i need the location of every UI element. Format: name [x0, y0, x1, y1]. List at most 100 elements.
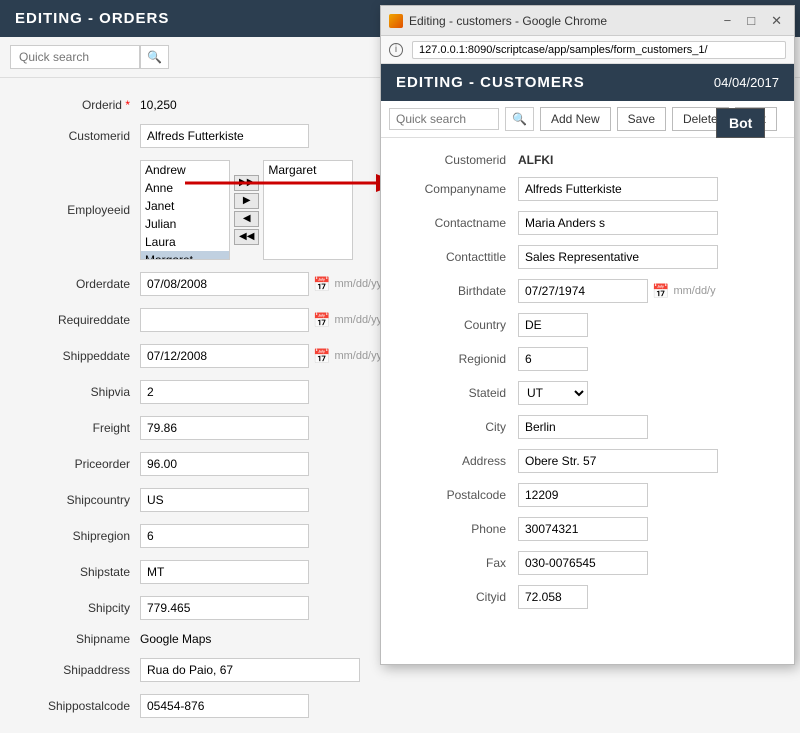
cust-country-label: Country	[396, 318, 506, 332]
requireddate-input[interactable]	[140, 308, 309, 332]
cust-stateid-select[interactable]: UT	[518, 381, 588, 405]
orderdate-calendar-icon[interactable]: 📅	[313, 276, 330, 293]
shipvia-input[interactable]	[140, 380, 309, 404]
orderdate-field: 📅 mm/dd/yyyy	[140, 272, 393, 296]
cust-phone-input[interactable]	[518, 517, 648, 541]
requireddate-calendar-icon[interactable]: 📅	[313, 312, 330, 329]
address-input[interactable]	[412, 41, 786, 59]
list-item[interactable]: Julian	[141, 215, 229, 233]
shippostalcode-row: Shippostalcode	[20, 694, 800, 718]
add-new-button[interactable]: Add New	[540, 107, 611, 131]
cust-address-row: Address	[396, 449, 779, 473]
save-button[interactable]: Save	[617, 107, 666, 131]
cust-city-label: City	[396, 420, 506, 434]
cust-cityid-input[interactable]	[518, 585, 588, 609]
requireddate-label: Requireddate	[20, 313, 130, 327]
shipaddress-label: Shipaddress	[20, 663, 130, 677]
cust-companyname-input[interactable]	[518, 177, 718, 201]
move-right-btn[interactable]: ▶	[234, 193, 259, 209]
orderid-value: 10,250	[140, 98, 177, 112]
employee-right-list[interactable]: Margaret	[263, 160, 353, 260]
shippeddate-label: Shippeddate	[20, 349, 130, 363]
cust-city-input[interactable]	[518, 415, 648, 439]
orders-search-button[interactable]: 🔍	[140, 45, 169, 69]
cust-regionid-label: Regionid	[396, 352, 506, 366]
shipaddress-input[interactable]	[140, 658, 360, 682]
birthdate-calendar-icon[interactable]: 📅	[652, 283, 669, 300]
priceorder-label: Priceorder	[20, 457, 130, 471]
requireddate-field: 📅 mm/dd/yyyy	[140, 308, 393, 332]
customers-search-input[interactable]	[389, 108, 499, 130]
cust-regionid-input[interactable]	[518, 347, 588, 371]
cust-contacttitle-input[interactable]	[518, 245, 718, 269]
shipname-value: Google Maps	[140, 632, 211, 646]
employee-left-list[interactable]: Andrew Anne Janet Julian Laura Margaret …	[140, 160, 230, 260]
customers-search-button[interactable]: 🔍	[505, 107, 534, 131]
freight-input[interactable]	[140, 416, 309, 440]
orders-search-input[interactable]	[10, 45, 140, 69]
minimize-button[interactable]: −	[720, 13, 736, 28]
cust-postalcode-input[interactable]	[518, 483, 648, 507]
cust-postalcode-row: Postalcode	[396, 483, 779, 507]
orders-title: EDITING - ORDERS	[15, 10, 169, 27]
move-left-btn[interactable]: ◀	[234, 211, 259, 227]
birthdate-placeholder: mm/dd/y	[673, 285, 715, 297]
list-item[interactable]: Anne	[141, 179, 229, 197]
customers-header: EDITING - CUSTOMERS 04/04/2017	[381, 64, 794, 101]
cust-birthdate-input[interactable]	[518, 279, 648, 303]
cust-contactname-row: Contactname	[396, 211, 779, 235]
shipcountry-input[interactable]	[140, 488, 309, 512]
priceorder-input[interactable]	[140, 452, 309, 476]
shippostalcode-label: Shippostalcode	[20, 699, 130, 713]
shipregion-label: Shipregion	[20, 529, 130, 543]
cust-birthdate-label: Birthdate	[396, 284, 506, 298]
cust-city-row: City	[396, 415, 779, 439]
customers-form: EDITING - CUSTOMERS 04/04/2017 🔍 Add New…	[381, 64, 794, 664]
customers-body: Customerid ALFKI Companyname Contactname…	[381, 138, 794, 664]
cust-address-label: Address	[396, 454, 506, 468]
cust-birthdate-field: 📅 mm/dd/y	[518, 279, 716, 303]
cust-country-input[interactable]	[518, 313, 588, 337]
list-item[interactable]: Andrew	[141, 161, 229, 179]
cust-contactname-input[interactable]	[518, 211, 718, 235]
cust-contacttitle-row: Contacttitle	[396, 245, 779, 269]
cust-fax-label: Fax	[396, 556, 506, 570]
list-item[interactable]: Margaret	[141, 251, 229, 260]
shipcountry-label: Shipcountry	[20, 493, 130, 507]
cust-fax-input[interactable]	[518, 551, 648, 575]
shipvia-label: Shipvia	[20, 385, 130, 399]
browser-titlebar: Editing - customers - Google Chrome − □ …	[381, 6, 794, 36]
cust-contactname-label: Contactname	[396, 216, 506, 230]
cust-cityid-row: Cityid	[396, 585, 779, 609]
orderdate-label: Orderdate	[20, 277, 130, 291]
shipcity-label: Shipcity	[20, 601, 130, 615]
move-all-left-btn[interactable]: ◀◀	[234, 229, 259, 245]
shipregion-input[interactable]	[140, 524, 309, 548]
list-item[interactable]: Janet	[141, 197, 229, 215]
cust-phone-label: Phone	[396, 522, 506, 536]
cust-contacttitle-label: Contacttitle	[396, 250, 506, 264]
cust-postalcode-label: Postalcode	[396, 488, 506, 502]
shipcity-input[interactable]	[140, 596, 309, 620]
cust-fax-row: Fax	[396, 551, 779, 575]
customerid-label: Customerid	[20, 129, 130, 143]
cust-country-row: Country	[396, 313, 779, 337]
shipstate-input[interactable]	[140, 560, 309, 584]
cust-companyname-row: Companyname	[396, 177, 779, 201]
shippeddate-calendar-icon[interactable]: 📅	[313, 348, 330, 365]
close-button[interactable]: ✕	[767, 13, 786, 29]
shippeddate-input[interactable]	[140, 344, 309, 368]
maximize-button[interactable]: □	[743, 13, 759, 28]
employee-area: Andrew Anne Janet Julian Laura Margaret …	[140, 160, 353, 260]
customerid-input[interactable]	[140, 124, 309, 148]
orderdate-input[interactable]	[140, 272, 309, 296]
bot-label: Bot	[716, 108, 765, 138]
shippostalcode-input[interactable]	[140, 694, 309, 718]
move-all-right-btn[interactable]: ▶▶	[234, 175, 259, 191]
browser-title-text: Editing - customers - Google Chrome	[409, 14, 607, 28]
cust-address-input[interactable]	[518, 449, 718, 473]
list-item[interactable]: Laura	[141, 233, 229, 251]
shipname-label: Shipname	[20, 632, 130, 646]
list-item[interactable]: Margaret	[264, 161, 352, 179]
browser-favicon-icon	[389, 14, 403, 28]
